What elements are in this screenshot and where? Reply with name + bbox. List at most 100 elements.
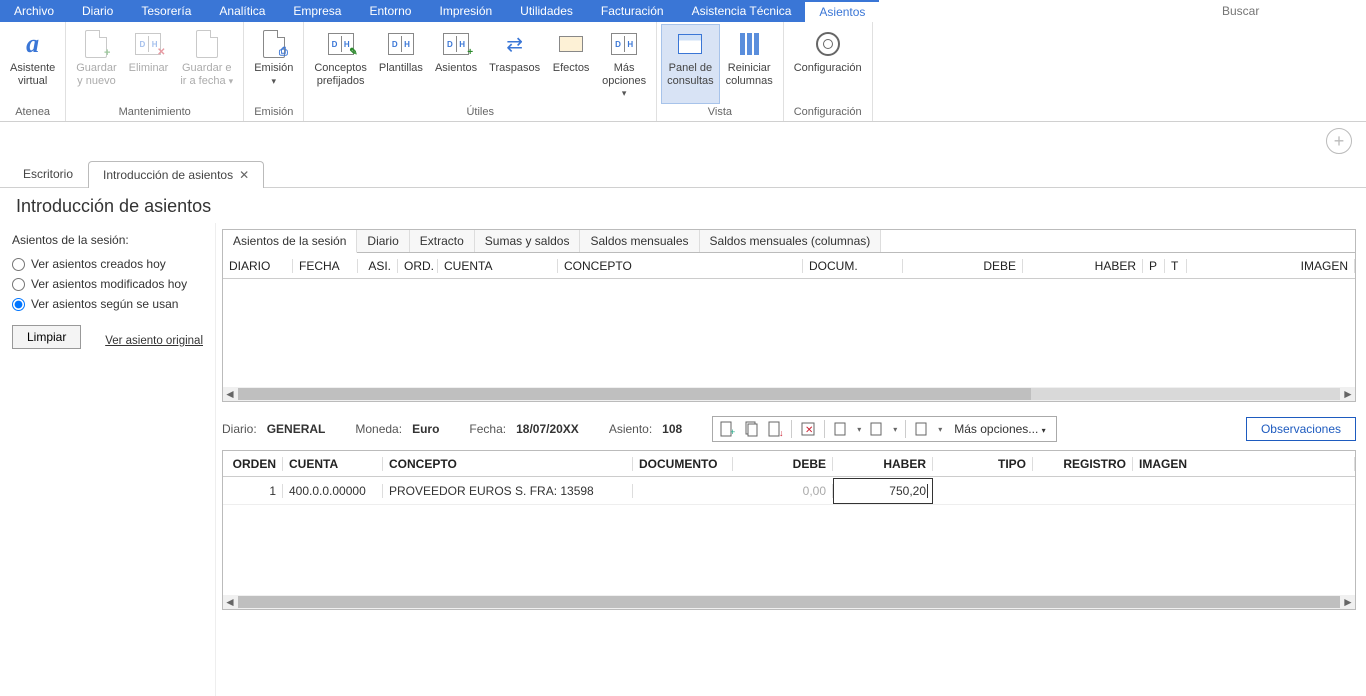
col-p[interactable]: P xyxy=(1143,259,1165,273)
configuracion-button[interactable]: Configuración xyxy=(788,24,868,104)
scroll-right-icon[interactable]: ► xyxy=(1341,595,1355,609)
col-debe[interactable]: DEBE xyxy=(733,457,833,471)
menu-utilidades[interactable]: Utilidades xyxy=(506,0,587,22)
col-asi[interactable]: ASI. xyxy=(358,259,398,273)
plantillas-button[interactable]: DH Plantillas xyxy=(373,24,429,104)
radio-segun-usan[interactable]: Ver asientos según se usan xyxy=(12,297,203,311)
menu-archivo[interactable]: Archivo xyxy=(0,0,68,22)
cell-cuenta[interactable]: 400.0.0.00000 xyxy=(283,484,383,498)
asientos-button[interactable]: DH+ Asientos xyxy=(429,24,483,104)
consult-tab-sesion[interactable]: Asientos de la sesión xyxy=(223,230,357,253)
menu-asientos[interactable]: Asientos xyxy=(805,0,879,22)
scroll-left-icon[interactable]: ◄ xyxy=(223,387,237,401)
menu-impresion[interactable]: Impresión xyxy=(425,0,506,22)
ribbon-group-atenea: a Asistentevirtual Atenea xyxy=(0,22,66,121)
col-diario[interactable]: DIARIO xyxy=(223,259,293,273)
radio-creados-hoy[interactable]: Ver asientos creados hoy xyxy=(12,257,203,271)
scroll-right-icon[interactable]: ► xyxy=(1341,387,1355,401)
ribbon-group-emision: ⎙ Emisión▾ Emisión xyxy=(244,22,304,121)
svg-text:+: + xyxy=(730,427,735,437)
col-fecha[interactable]: FECHA xyxy=(293,259,358,273)
ribbon: a Asistentevirtual Atenea + Guardary nue… xyxy=(0,22,1366,122)
add-tab-button[interactable]: + xyxy=(1326,128,1352,154)
consult-tab-saldos-col[interactable]: Saldos mensuales (columnas) xyxy=(700,230,882,252)
guardar-nuevo-button: + Guardary nuevo xyxy=(70,24,122,104)
col-t[interactable]: T xyxy=(1165,259,1187,273)
toolbar-more-options[interactable]: Más opciones... ▾ xyxy=(950,422,1049,436)
col-concepto[interactable]: CONCEPTO xyxy=(558,259,803,273)
cell-haber-input[interactable]: 750,20 xyxy=(833,478,933,504)
observaciones-button[interactable]: Observaciones xyxy=(1246,417,1356,441)
sidebar: Asientos de la sesión: Ver asientos crea… xyxy=(0,223,216,696)
columns-icon xyxy=(740,33,759,55)
tab-introduccion-asientos[interactable]: Introducción de asientos✕ xyxy=(88,161,264,188)
consult-tab-sumas[interactable]: Sumas y saldos xyxy=(475,230,581,252)
col-imagen[interactable]: IMAGEN xyxy=(1187,259,1355,273)
reiniciar-columnas-button[interactable]: Reiniciarcolumnas xyxy=(720,24,779,104)
consult-scrollbar[interactable]: ◄ ► xyxy=(223,387,1355,401)
col-docum[interactable]: DOCUM. xyxy=(803,259,903,273)
radio-modificados-hoy[interactable]: Ver asientos modificados hoy xyxy=(12,277,203,291)
col-ord[interactable]: ORD. xyxy=(398,259,438,273)
fecha-value: 18/07/20XX xyxy=(516,422,579,436)
dh-icon: DH xyxy=(611,33,637,55)
col-haber[interactable]: HABER xyxy=(1023,259,1143,273)
chevron-down-icon[interactable]: ▾ xyxy=(893,425,897,434)
dh-delete-icon: DH✕ xyxy=(135,33,161,55)
cell-concepto[interactable]: PROVEEDOR EUROS S. FRA: 13598 xyxy=(383,484,633,498)
search-box[interactable] xyxy=(1216,0,1366,22)
ribbon-group-config: Configuración Configuración xyxy=(784,22,873,121)
menu-asistencia[interactable]: Asistencia Técnica xyxy=(678,0,806,22)
scroll-left-icon[interactable]: ◄ xyxy=(223,595,237,609)
consult-tab-saldos[interactable]: Saldos mensuales xyxy=(580,230,699,252)
menu-diario[interactable]: Diario xyxy=(68,0,127,22)
tool-edit-icon[interactable] xyxy=(833,421,849,437)
entry-row[interactable]: 1 400.0.0.00000 PROVEEDOR EUROS S. FRA: … xyxy=(223,477,1355,505)
diario-value: GENERAL xyxy=(267,422,326,436)
conceptos-prefijados-button[interactable]: DH✎ Conceptosprefijados xyxy=(308,24,373,104)
col-registro[interactable]: REGISTRO xyxy=(1033,457,1133,471)
col-concepto[interactable]: CONCEPTO xyxy=(383,457,633,471)
efectos-button[interactable]: Efectos xyxy=(546,24,596,104)
tool-copy-icon[interactable] xyxy=(743,421,759,437)
cell-debe[interactable]: 0,00 xyxy=(733,484,833,498)
col-cuenta[interactable]: CUENTA xyxy=(438,259,558,273)
ribbon-group-label: Emisión xyxy=(248,104,299,121)
ver-asiento-original-link[interactable]: Ver asiento original xyxy=(105,335,203,347)
menu-empresa[interactable]: Empresa xyxy=(279,0,355,22)
tab-escritorio[interactable]: Escritorio xyxy=(8,160,88,187)
col-documento[interactable]: DOCUMENTO xyxy=(633,457,733,471)
chevron-down-icon[interactable]: ▾ xyxy=(857,425,861,434)
tool-export-icon[interactable] xyxy=(914,421,930,437)
search-input[interactable] xyxy=(1222,4,1360,18)
tool-delete-icon[interactable]: ✕ xyxy=(800,421,816,437)
asistente-virtual-button[interactable]: a Asistentevirtual xyxy=(4,24,61,104)
page-title: Introducción de asientos xyxy=(16,196,1366,217)
menu-tesoreria[interactable]: Tesorería xyxy=(127,0,205,22)
mas-opciones-button[interactable]: DH Másopciones▾ xyxy=(596,24,652,104)
fecha-label: Fecha: xyxy=(469,422,506,436)
tool-new-icon[interactable]: + xyxy=(719,421,735,437)
menu-analitica[interactable]: Analítica xyxy=(205,0,279,22)
col-haber[interactable]: HABER xyxy=(833,457,933,471)
emision-button[interactable]: ⎙ Emisión▾ xyxy=(248,24,299,104)
chevron-down-icon: ▾ xyxy=(622,88,627,98)
consult-tab-diario[interactable]: Diario xyxy=(357,230,409,252)
col-tipo[interactable]: TIPO xyxy=(933,457,1033,471)
consult-tab-extracto[interactable]: Extracto xyxy=(410,230,475,252)
tool-list-icon[interactable] xyxy=(869,421,885,437)
close-icon[interactable]: ✕ xyxy=(239,168,249,182)
entry-scrollbar[interactable]: ◄ ► xyxy=(223,595,1355,609)
tool-save-icon[interactable]: ↓ xyxy=(767,421,783,437)
panel-consultas-button[interactable]: Panel deconsultas xyxy=(661,24,719,104)
dh-icon: DH xyxy=(388,33,414,55)
chevron-down-icon[interactable]: ▾ xyxy=(938,425,942,434)
menu-facturacion[interactable]: Facturación xyxy=(587,0,678,22)
limpiar-button[interactable]: Limpiar xyxy=(12,325,81,349)
col-orden[interactable]: ORDEN xyxy=(223,457,283,471)
menu-entorno[interactable]: Entorno xyxy=(355,0,425,22)
traspasos-button[interactable]: ⇄ Traspasos xyxy=(483,24,546,104)
col-debe[interactable]: DEBE xyxy=(903,259,1023,273)
col-cuenta[interactable]: CUENTA xyxy=(283,457,383,471)
col-imagen[interactable]: IMAGEN xyxy=(1133,457,1355,471)
